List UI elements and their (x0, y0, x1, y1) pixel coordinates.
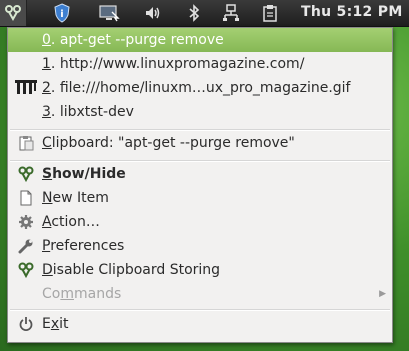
clipboard-paste-icon (18, 135, 34, 151)
show-hide-item[interactable]: Show/Hide (8, 162, 392, 186)
exit-item[interactable]: Exit (8, 312, 392, 336)
preferences-item-label: Preferences (42, 238, 125, 254)
exit-item-label: Exit (42, 316, 69, 332)
clock[interactable]: Thu 5:12 PM (301, 4, 403, 20)
history-item-0[interactable]: 0. apt-get --purge remove (8, 28, 392, 52)
parcellite-icon (18, 166, 34, 183)
commands-item-label: Commands (42, 286, 122, 302)
new-item[interactable]: New Item (8, 186, 392, 210)
new-item-label: New Item (42, 190, 109, 206)
commands-item[interactable]: Commands ▶ (8, 282, 392, 306)
top-panel: i Thu 5:12 PM (0, 0, 409, 27)
action-item[interactable]: Action… (8, 210, 392, 234)
disable-clipboard-label: Disable Clipboard Storing (42, 262, 221, 278)
submenu-arrow-icon: ▶ (379, 289, 386, 299)
bluetooth-icon[interactable] (186, 3, 202, 23)
disable-clipboard-item[interactable]: Disable Clipboard Storing (8, 258, 392, 282)
history-item-label: 2. file:///home/linuxm…ux_pro_magazine.g… (42, 80, 351, 96)
history-item-3[interactable]: 3. libxtst-dev (8, 100, 392, 124)
network-icon[interactable] (222, 3, 240, 23)
preferences-item[interactable]: Preferences (8, 234, 392, 258)
history-item-label: 1. http://www.linuxpromagazine.com/ (42, 56, 305, 72)
new-document-icon (18, 190, 34, 206)
parcellite-icon[interactable] (3, 3, 23, 23)
history-item-label: 0. apt-get --purge remove (42, 32, 224, 48)
gear-icon (18, 214, 34, 230)
history-item-1[interactable]: 1. http://www.linuxpromagazine.com/ (8, 52, 392, 76)
power-icon (18, 316, 34, 332)
display-icon[interactable] (97, 3, 121, 23)
clipboard-item[interactable]: Clipboard: "apt-get --purge remove" (8, 131, 392, 155)
action-item-label: Action… (42, 214, 100, 230)
parcellite-menu: 0. apt-get --purge remove 1. http://www.… (7, 27, 393, 343)
clipboard-icon[interactable] (261, 3, 279, 23)
volume-icon[interactable] (143, 3, 163, 23)
history-item-label: 3. libxtst-dev (42, 104, 134, 120)
security-shield-icon[interactable]: i (52, 3, 72, 23)
clipboard-item-label: Clipboard: "apt-get --purge remove" (42, 135, 295, 151)
menu-separator (10, 309, 390, 311)
parcellite-icon (18, 262, 34, 279)
image-thumbnail-icon (15, 79, 37, 95)
history-item-2[interactable]: 2. file:///home/linuxm…ux_pro_magazine.g… (8, 76, 392, 100)
svg-text:i: i (60, 9, 63, 20)
wrench-icon (18, 238, 34, 254)
show-hide-label: Show/Hide (42, 166, 126, 182)
